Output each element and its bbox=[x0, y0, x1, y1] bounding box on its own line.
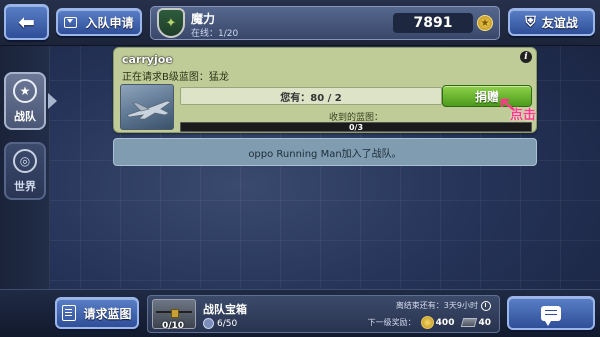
trophy-medal-icon: ★ bbox=[475, 12, 495, 34]
shield-icon: ⛨ bbox=[525, 14, 536, 30]
click-hint-label: 点击 bbox=[510, 108, 537, 123]
system-message-text: oppo Running Man加入了战队。 bbox=[248, 148, 402, 160]
team-chest-panel[interactable]: 0/10 战队宝箱 6/50 离结束还有：3天9小时 下一级奖励： 400 40 bbox=[147, 295, 500, 333]
tab-team-label: 战队 bbox=[14, 109, 36, 123]
reward-ingots: 40 bbox=[478, 317, 491, 328]
next-reward-row: 下一级奖励： 400 40 bbox=[368, 316, 491, 329]
system-message: oppo Running Man加入了战队。 bbox=[113, 138, 537, 166]
chest-time-left: 离结束还有：3天9小时 bbox=[396, 300, 491, 311]
next-reward-label: 下一级奖励： bbox=[367, 318, 416, 327]
clan-trophies: 7891 bbox=[393, 13, 473, 33]
request-text: 正在请求B级蓝图：猛龙 bbox=[122, 72, 229, 83]
chest-members: 6/50 bbox=[203, 318, 237, 329]
dropdown-box-icon bbox=[64, 16, 78, 28]
chest-title: 战队宝箱 bbox=[203, 303, 247, 316]
back-button[interactable]: ⬅ bbox=[4, 4, 49, 40]
chest-members-count: 6/50 bbox=[217, 318, 238, 329]
request-blueprint-button[interactable]: 请求蓝图 bbox=[55, 297, 139, 329]
coin-icon bbox=[420, 316, 434, 329]
info-icon[interactable]: i bbox=[520, 51, 532, 63]
friendly-battle-label: 友谊战 bbox=[541, 15, 578, 30]
metal-ingot-icon bbox=[461, 318, 478, 327]
tab-world[interactable]: ◎ 世界 bbox=[4, 142, 46, 200]
clan-name: 魔力 bbox=[191, 12, 216, 26]
received-progress-bar: 0/3 bbox=[180, 122, 532, 132]
clan-badge-icon: ✦ bbox=[157, 8, 185, 38]
received-progress-text: 0/3 bbox=[348, 122, 364, 132]
chest-time-text: 离结束还有：3天9小时 bbox=[395, 301, 478, 310]
owned-blueprint-count: 您有：80 / 2 bbox=[180, 87, 442, 105]
join-requests-button[interactable]: 入队申请 bbox=[56, 8, 142, 36]
blueprint-request-card: i carryjoe 正在请求B级蓝图：猛龙 您有：80 / 2 捐赠 收到的蓝… bbox=[113, 47, 537, 133]
back-arrow-icon: ⬅ bbox=[18, 10, 35, 34]
member-icon bbox=[203, 318, 214, 329]
shield-star-icon: ★ bbox=[13, 78, 37, 103]
globe-icon: ◎ bbox=[13, 148, 37, 173]
reward-coins: 400 bbox=[435, 317, 455, 328]
chat-button[interactable] bbox=[507, 296, 595, 330]
friendly-battle-button[interactable]: ⛨ 友谊战 bbox=[508, 8, 595, 36]
requester-name: carryjoe bbox=[122, 53, 173, 66]
join-requests-label: 入队申请 bbox=[85, 15, 134, 30]
clan-online-count: 在线：1/20 bbox=[191, 29, 239, 39]
clock-icon bbox=[481, 300, 491, 311]
blueprint-document-icon bbox=[62, 305, 77, 321]
jet-plane-thumbnail bbox=[120, 84, 174, 130]
active-tab-pointer bbox=[48, 93, 57, 109]
chest-count: 0/10 bbox=[162, 321, 185, 331]
request-blueprint-label: 请求蓝图 bbox=[83, 306, 132, 321]
tab-world-label: 世界 bbox=[14, 179, 36, 193]
clan-info-bar[interactable]: ✦ 魔力 在线：1/20 7891 ★ bbox=[150, 6, 500, 40]
tab-team[interactable]: ★ 战队 bbox=[4, 72, 46, 130]
chat-bubble-icon bbox=[541, 305, 561, 326]
